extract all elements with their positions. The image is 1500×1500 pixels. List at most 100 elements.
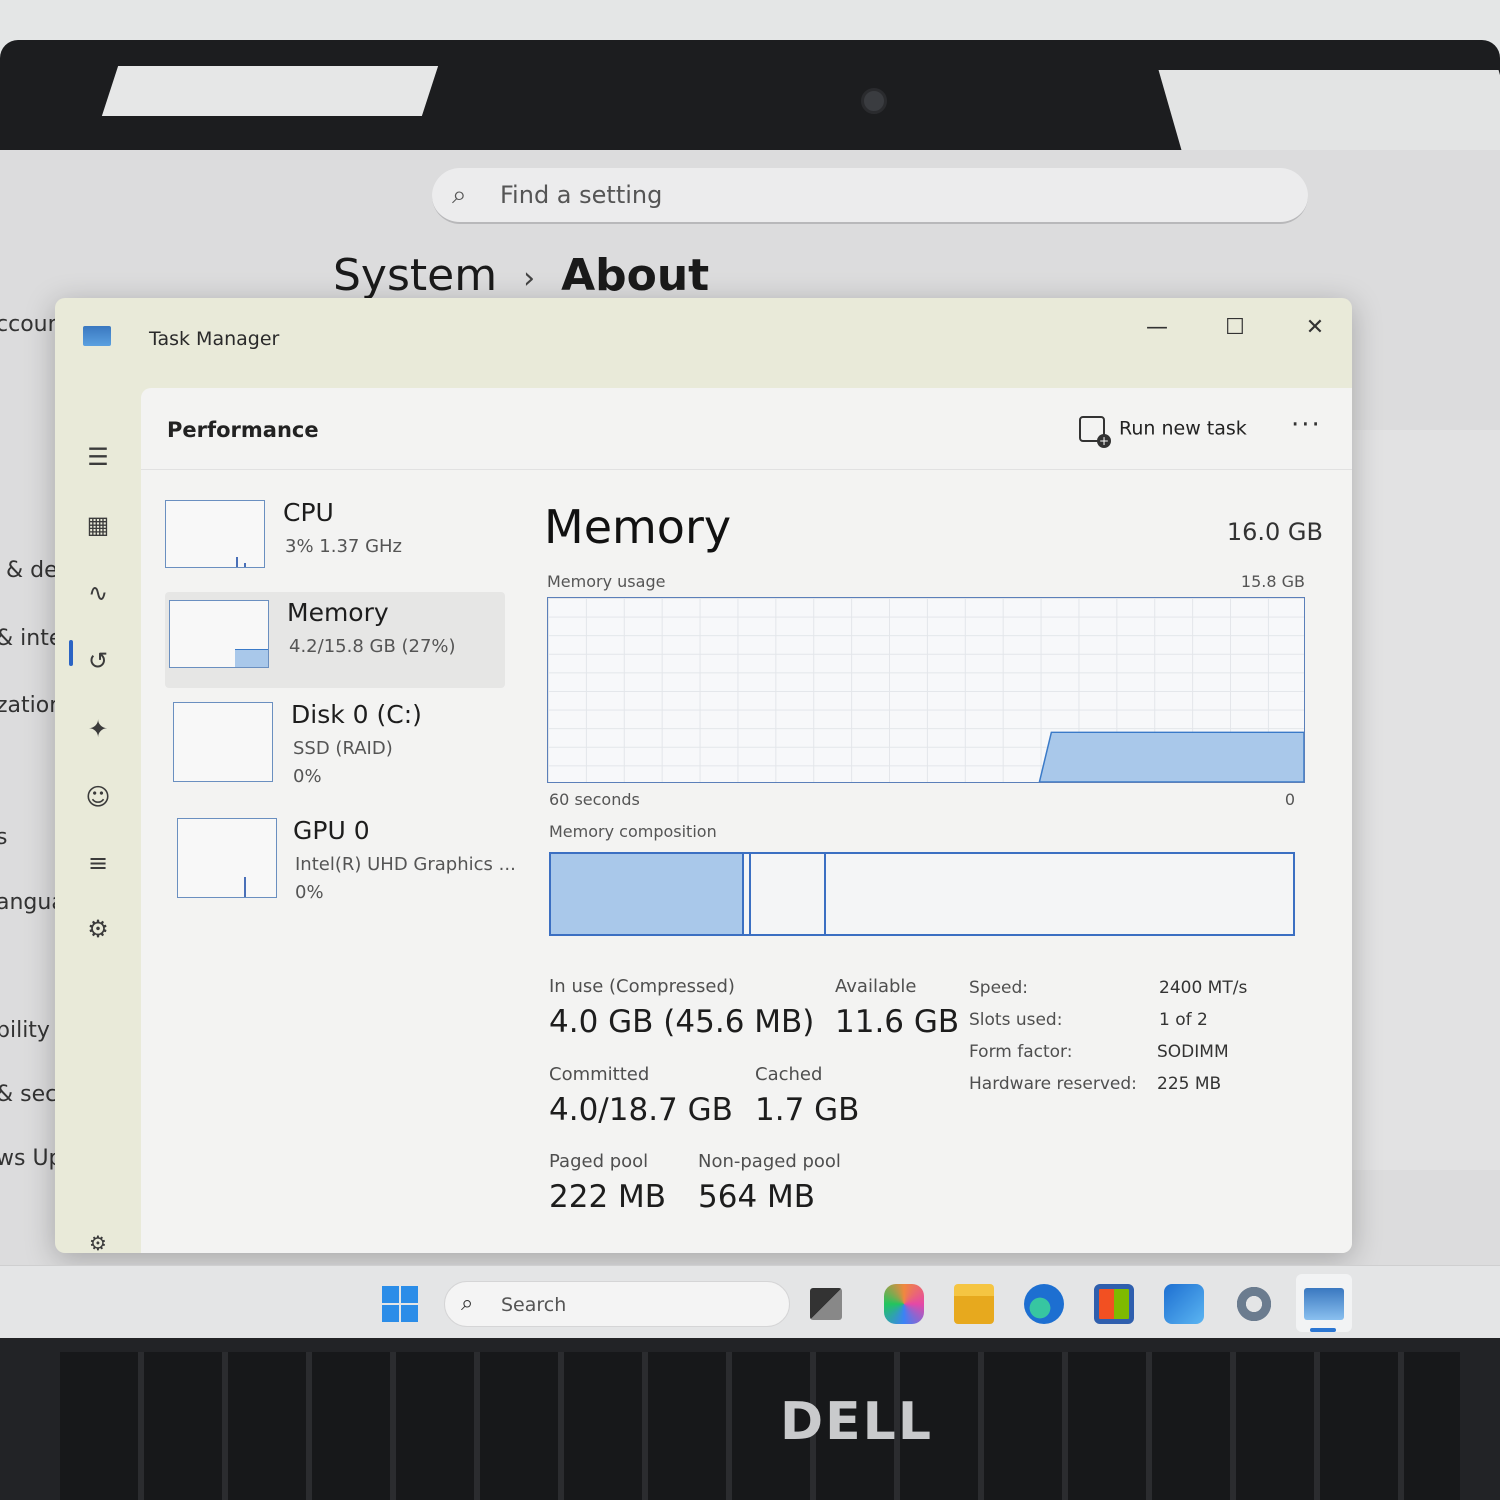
speed-label: Speed: bbox=[969, 978, 1029, 998]
settings-nav-item[interactable]: s bbox=[0, 825, 7, 850]
available-label: Available bbox=[835, 976, 917, 997]
device-name: Disk 0 (C:) bbox=[291, 700, 422, 729]
hardware-reserved-value: 225 MB bbox=[1157, 1074, 1222, 1094]
search-icon: ⌕ bbox=[461, 1291, 474, 1316]
run-new-task-label: Run new task bbox=[1119, 417, 1247, 440]
device-usage: 0% bbox=[293, 766, 322, 787]
taskbar: ⌕ Search bbox=[0, 1265, 1500, 1340]
device-name: Memory bbox=[287, 598, 389, 627]
minimize-button[interactable]: — bbox=[1127, 308, 1187, 348]
file-explorer-icon[interactable] bbox=[954, 1284, 994, 1324]
hamburger-menu-icon[interactable]: ☰ bbox=[83, 442, 113, 472]
run-new-task-button[interactable]: Run new task bbox=[1079, 416, 1247, 448]
settings-nav-item[interactable]: ccoun bbox=[0, 312, 62, 337]
memory-heading: Memory bbox=[544, 500, 732, 554]
memory-usage-max: 15.8 GB bbox=[1240, 572, 1305, 591]
performance-content: Performance Run new task ··· CPU 3% 1.37… bbox=[141, 388, 1352, 1253]
committed-label: Committed bbox=[549, 1064, 650, 1085]
device-item-memory[interactable]: Memory 4.2/15.8 GB (27%) bbox=[165, 592, 505, 688]
device-detail: 3% 1.37 GHz bbox=[285, 536, 403, 557]
users-icon[interactable]: ☺ bbox=[83, 782, 113, 812]
hardware-reserved-label: Hardware reserved: bbox=[969, 1074, 1137, 1094]
non-paged-pool-value: 564 MB bbox=[698, 1179, 816, 1215]
outlook-icon[interactable] bbox=[1164, 1284, 1204, 1324]
edge-icon[interactable] bbox=[1024, 1284, 1064, 1324]
slots-used-value: 1 of 2 bbox=[1159, 1010, 1208, 1030]
non-paged-pool-label: Non-paged pool bbox=[698, 1151, 841, 1172]
details-icon[interactable]: ≡ bbox=[83, 848, 113, 878]
cpu-spike bbox=[244, 563, 246, 567]
services-icon[interactable]: ⚙ bbox=[83, 914, 113, 944]
light-glare bbox=[1158, 70, 1500, 150]
breadcrumb-parent[interactable]: System bbox=[333, 250, 497, 301]
device-name: CPU bbox=[283, 498, 334, 527]
task-manager-window: Task Manager — ☐ ✕ ☰ ▦ ∿ ↺ ✦ ☺ ≡ ⚙ ⚙ Per… bbox=[55, 298, 1352, 1253]
settings-nav-item[interactable]: bility bbox=[0, 1018, 50, 1043]
slots-used-label: Slots used: bbox=[969, 1010, 1063, 1030]
processes-icon[interactable]: ▦ bbox=[83, 510, 113, 540]
composition-standby bbox=[751, 854, 826, 934]
settings-icon[interactable] bbox=[1234, 1284, 1274, 1324]
run-task-icon bbox=[1079, 416, 1111, 448]
taskbar-search-placeholder: Search bbox=[501, 1294, 567, 1316]
performance-icon[interactable]: ∿ bbox=[83, 578, 113, 608]
store-icon[interactable] bbox=[1094, 1284, 1134, 1324]
paged-pool-label: Paged pool bbox=[549, 1151, 649, 1172]
task-view-icon[interactable] bbox=[810, 1288, 842, 1320]
device-item-disk[interactable]: Disk 0 (C:) SSD (RAID) 0% bbox=[165, 694, 505, 790]
taskbar-search-box[interactable]: ⌕ Search bbox=[444, 1281, 790, 1327]
memory-thumbnail-graph bbox=[169, 600, 269, 668]
task-manager-icon[interactable] bbox=[1304, 1288, 1344, 1320]
title-bar[interactable]: Task Manager — ☐ ✕ bbox=[55, 298, 1352, 388]
device-item-cpu[interactable]: CPU 3% 1.37 GHz bbox=[165, 492, 505, 588]
settings-gear-icon[interactable]: ⚙ bbox=[83, 1228, 113, 1253]
memory-usage-graph bbox=[547, 597, 1305, 783]
webcam bbox=[861, 88, 887, 114]
composition-in-use bbox=[551, 854, 744, 934]
memory-composition-bar bbox=[549, 852, 1295, 936]
memory-total: 16.0 GB bbox=[1226, 518, 1323, 546]
gpu-spike bbox=[244, 877, 246, 897]
disk-thumbnail-graph bbox=[173, 702, 273, 782]
device-item-gpu[interactable]: GPU 0 Intel(R) UHD Graphics ... 0% bbox=[165, 810, 516, 906]
breadcrumb-current: About bbox=[561, 250, 710, 301]
memory-composition-label: Memory composition bbox=[549, 822, 717, 841]
available-value: 11.6 GB bbox=[835, 1004, 960, 1040]
light-glare bbox=[101, 66, 439, 116]
task-manager-logo-icon bbox=[83, 326, 111, 346]
app-history-icon[interactable]: ↺ bbox=[83, 646, 113, 676]
device-detail: 4.2/15.8 GB (27%) bbox=[289, 636, 456, 657]
device-detail: Intel(R) UHD Graphics ... bbox=[295, 854, 516, 875]
running-indicator bbox=[1310, 1328, 1336, 1332]
cpu-spike bbox=[236, 557, 238, 567]
breadcrumb-separator: › bbox=[523, 260, 536, 296]
device-usage: 0% bbox=[295, 882, 324, 903]
startup-apps-icon[interactable]: ✦ bbox=[83, 714, 113, 744]
close-button[interactable]: ✕ bbox=[1285, 308, 1345, 348]
memory-usage-area bbox=[1038, 731, 1304, 782]
graph-time-right: 0 bbox=[1284, 790, 1295, 809]
settings-search-input[interactable]: ⌕ Find a setting bbox=[432, 168, 1308, 224]
page-title: Performance bbox=[167, 418, 319, 442]
settings-nav-item[interactable]: zation bbox=[0, 693, 63, 718]
dell-logo: DELL bbox=[780, 1392, 933, 1452]
memory-usage-series bbox=[1038, 731, 1304, 782]
maximize-button[interactable]: ☐ bbox=[1205, 308, 1265, 348]
search-placeholder: Find a setting bbox=[500, 181, 663, 209]
search-icon: ⌕ bbox=[452, 180, 467, 210]
in-use-label: In use (Compressed) bbox=[549, 976, 735, 997]
device-name: GPU 0 bbox=[293, 816, 370, 845]
gpu-thumbnail-graph bbox=[177, 818, 277, 898]
windows-start-icon[interactable] bbox=[382, 1286, 418, 1322]
active-indicator bbox=[69, 640, 73, 666]
copilot-icon[interactable] bbox=[884, 1284, 924, 1324]
breadcrumb: System › About bbox=[333, 250, 709, 301]
window-title: Task Manager bbox=[149, 328, 280, 350]
more-options-button[interactable]: ··· bbox=[1291, 410, 1322, 440]
cached-value: 1.7 GB bbox=[755, 1092, 860, 1128]
composition-modified bbox=[744, 854, 752, 934]
screen: ⌕ Find a setting System › About ccoun & de… bbox=[0, 150, 1500, 1340]
device-detail: SSD (RAID) bbox=[293, 738, 393, 759]
cpu-thumbnail-graph bbox=[165, 500, 265, 568]
keyboard bbox=[60, 1352, 1460, 1500]
